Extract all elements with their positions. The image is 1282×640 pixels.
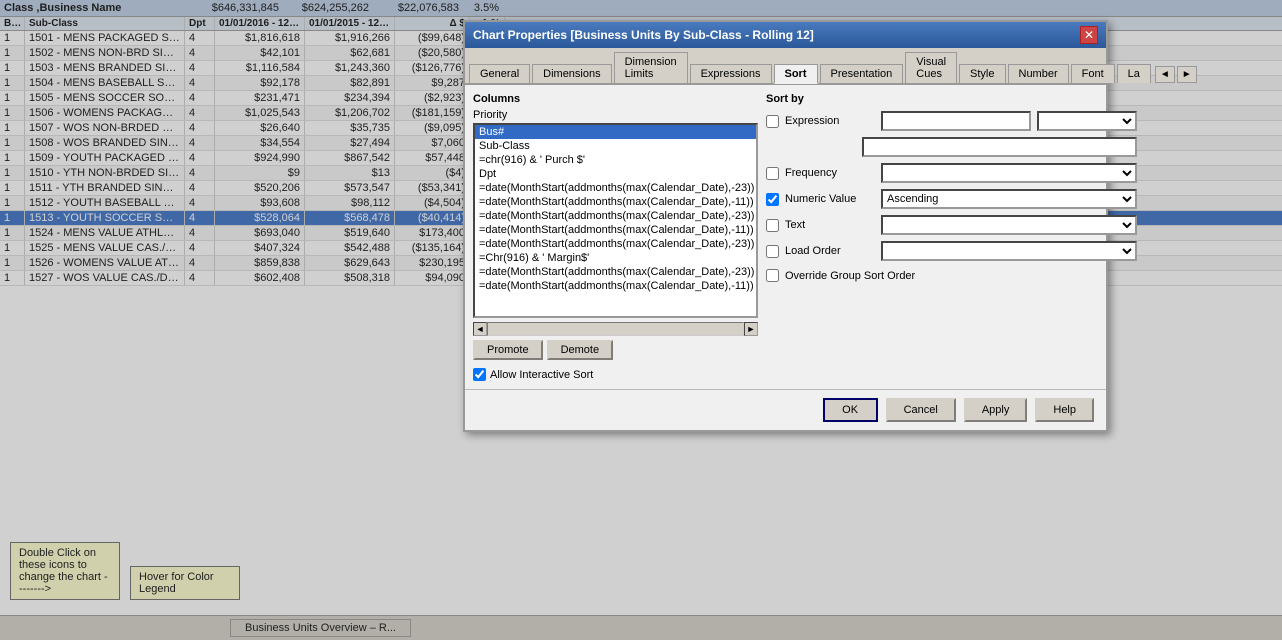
load-order-row: Load Order (766, 241, 1137, 261)
tab-visual-cues[interactable]: Visual Cues (905, 52, 957, 83)
list-item[interactable]: =date(MonthStart(addmonths(max(Calendar_… (475, 195, 756, 209)
dialog-title: Chart Properties [Business Units By Sub-… (473, 28, 814, 42)
scroll-left-btn[interactable]: ◄ (473, 322, 487, 336)
allow-interactive-sort-row: Allow Interactive Sort (473, 368, 758, 381)
allow-interactive-label: Allow Interactive Sort (490, 369, 593, 381)
promote-demote-group: Promote Demote (473, 340, 758, 360)
dialog-close-button[interactable]: ✕ (1080, 26, 1098, 44)
expression-input[interactable] (881, 111, 1031, 131)
apply-button[interactable]: Apply (964, 398, 1028, 422)
tab-presentation[interactable]: Presentation (820, 64, 904, 83)
text-label: Text (785, 219, 875, 231)
columns-label: Columns (473, 93, 758, 105)
frequency-row: Frequency (766, 163, 1137, 183)
list-item[interactable]: =date(MonthStart(addmonths(max(Calendar_… (475, 209, 756, 223)
expression-dropdown[interactable] (1037, 111, 1137, 131)
override-checkbox[interactable] (766, 269, 779, 282)
allow-interactive-checkbox[interactable] (473, 368, 486, 381)
scroll-right-btn[interactable]: ► (744, 322, 758, 336)
tab-sort[interactable]: Sort (774, 64, 818, 84)
tab-dimension-limits[interactable]: Dimension Limits (614, 52, 688, 83)
tab-expressions[interactable]: Expressions (690, 64, 772, 83)
load-order-checkbox[interactable] (766, 245, 779, 258)
dialog-body: Columns Priority Bus#Sub-Class=chr(916) … (465, 85, 1106, 389)
numeric-value-dropdown[interactable]: Ascending Descending (881, 189, 1137, 209)
expression-text-area[interactable] (862, 137, 1137, 157)
list-item[interactable]: =date(MonthStart(addmonths(max(Calendar_… (475, 265, 756, 279)
list-item[interactable]: =date(MonthStart(addmonths(max(Calendar_… (475, 237, 756, 251)
dialog-footer: OK Cancel Apply Help (465, 389, 1106, 430)
list-item[interactable]: =date(MonthStart(addmonths(max(Calendar_… (475, 181, 756, 195)
numeric-value-checkbox[interactable] (766, 193, 779, 206)
tab-font[interactable]: Font (1071, 64, 1115, 83)
text-row: Text (766, 215, 1137, 235)
text-dropdown[interactable] (881, 215, 1137, 235)
tab-general[interactable]: General (469, 64, 530, 83)
dialog-titlebar: Chart Properties [Business Units By Sub-… (465, 22, 1106, 48)
list-item[interactable]: Dpt (475, 167, 756, 181)
frequency-label: Frequency (785, 167, 875, 179)
priority-label: Priority (473, 109, 758, 121)
frequency-dropdown[interactable] (881, 163, 1137, 183)
left-panel: Columns Priority Bus#Sub-Class=chr(916) … (473, 93, 758, 381)
numeric-value-row: Numeric Value Ascending Descending (766, 189, 1137, 209)
scrollbar-track[interactable] (487, 322, 744, 336)
load-order-dropdown[interactable] (881, 241, 1137, 261)
override-label: Override Group Sort Order (785, 270, 915, 282)
override-row: Override Group Sort Order (766, 269, 1137, 282)
dialog-tabs: General Dimensions Dimension Limits Expr… (465, 48, 1106, 85)
demote-button[interactable]: Demote (547, 340, 614, 360)
right-panel: Sort by Expression Frequency (766, 93, 1137, 381)
chart-properties-dialog: Chart Properties [Business Units By Sub-… (463, 20, 1108, 432)
numeric-value-label: Numeric Value (785, 193, 875, 205)
help-button[interactable]: Help (1035, 398, 1094, 422)
priority-list[interactable]: Bus#Sub-Class=chr(916) & ' Purch $'Dpt=d… (473, 123, 758, 318)
expression-label: Expression (785, 115, 875, 127)
tab-number[interactable]: Number (1008, 64, 1069, 83)
expression-checkbox[interactable] (766, 115, 779, 128)
list-item[interactable]: Bus# (475, 125, 756, 139)
expression-row: Expression (766, 111, 1137, 131)
promote-button[interactable]: Promote (473, 340, 543, 360)
tab-dimensions[interactable]: Dimensions (532, 64, 611, 83)
sort-by-label: Sort by (766, 93, 1137, 105)
text-checkbox[interactable] (766, 219, 779, 232)
tab-arrow-right[interactable]: ► (1177, 66, 1197, 83)
cancel-button[interactable]: Cancel (886, 398, 956, 422)
frequency-checkbox[interactable] (766, 167, 779, 180)
tab-style[interactable]: Style (959, 64, 1005, 83)
list-item[interactable]: =Chr(916) & ' Margin$' (475, 251, 756, 265)
list-item[interactable]: =date(MonthStart(addmonths(max(Calendar_… (475, 223, 756, 237)
tab-la[interactable]: La (1117, 64, 1151, 83)
list-item[interactable]: Sub-Class (475, 139, 756, 153)
ok-button[interactable]: OK (823, 398, 878, 422)
list-item[interactable]: =chr(916) & ' Purch $' (475, 153, 756, 167)
tab-arrow-left[interactable]: ◄ (1155, 66, 1175, 83)
list-item[interactable]: =date(MonthStart(addmonths(max(Calendar_… (475, 279, 756, 293)
load-order-label: Load Order (785, 245, 875, 257)
